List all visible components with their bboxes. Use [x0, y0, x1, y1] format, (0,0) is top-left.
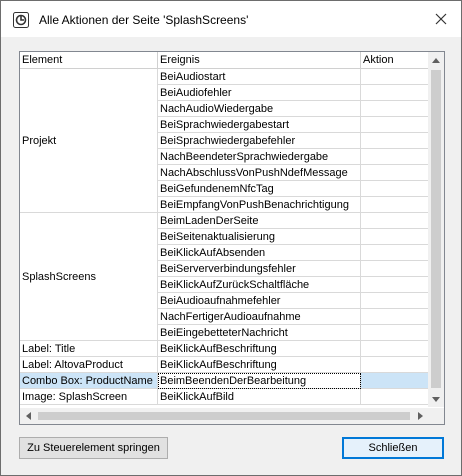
horizontal-scroll-thumb[interactable] [38, 412, 410, 420]
scrollbar-corner [428, 408, 444, 424]
event-cell[interactable]: BeiAudioaufnahmefehler [158, 293, 361, 309]
event-cell[interactable]: BeiKlickAufBild [158, 389, 361, 405]
scroll-up-icon[interactable] [428, 52, 444, 68]
event-cell[interactable]: BeiKlickAufBeschriftung [158, 341, 361, 357]
element-cell[interactable]: Projekt [20, 69, 158, 213]
column-header-action[interactable]: Aktion [361, 52, 428, 68]
event-cell[interactable]: BeiKlickAufAbsenden [158, 245, 361, 261]
action-cell[interactable] [361, 341, 428, 357]
event-cell[interactable]: NachBeendeterSprachwiedergabe [158, 149, 361, 165]
action-cell[interactable] [361, 69, 428, 85]
action-cell[interactable] [361, 373, 428, 389]
action-cell[interactable] [361, 117, 428, 133]
event-cell[interactable]: BeiGefundenemNfcTag [158, 181, 361, 197]
action-cell[interactable] [361, 149, 428, 165]
action-cell[interactable] [361, 309, 428, 325]
grid-rows: BeiAudiostart BeiAudiofehler NachAudioWied… [20, 69, 428, 405]
column-header-element[interactable]: Element [20, 52, 158, 68]
column-header-event[interactable]: Ereignis [158, 52, 361, 68]
event-cell[interactable]: BeiAudiofehler [158, 85, 361, 101]
event-cell[interactable]: NachAbschlussVonPushNdefMessage [158, 165, 361, 181]
event-cell[interactable]: BeiAudiostart [158, 69, 361, 85]
action-cell[interactable] [361, 101, 428, 117]
event-cell[interactable]: BeiSprachwiedergabefehler [158, 133, 361, 149]
action-cell[interactable] [361, 181, 428, 197]
dialog-window: Alle Aktionen der Seite 'SplashScreens' … [0, 0, 462, 476]
actions-grid[interactable]: Element Ereignis Aktion BeiAudiostart Bei… [19, 51, 445, 425]
action-cell[interactable] [361, 357, 428, 373]
action-cell[interactable] [361, 261, 428, 277]
scroll-left-icon[interactable] [20, 408, 36, 424]
element-cell[interactable]: Label: AltovaProduct [20, 357, 158, 373]
action-cell[interactable] [361, 197, 428, 213]
action-cell[interactable] [361, 213, 428, 229]
horizontal-scrollbar[interactable] [20, 408, 428, 424]
scroll-right-icon[interactable] [412, 408, 428, 424]
element-cell[interactable]: Image: SplashScreen [20, 389, 158, 405]
event-cell[interactable]: BeiSeitenaktualisierung [158, 229, 361, 245]
event-cell[interactable]: BeimBeendenDerBearbeitung [158, 373, 361, 389]
vertical-scrollbar[interactable] [428, 52, 444, 407]
event-cell[interactable]: NachFertigerAudioaufnahme [158, 309, 361, 325]
action-cell[interactable] [361, 85, 428, 101]
close-icon[interactable] [427, 7, 455, 31]
event-cell[interactable]: BeimLadenDerSeite [158, 213, 361, 229]
mobiletogether-app-icon [13, 12, 29, 28]
action-cell[interactable] [361, 245, 428, 261]
event-cell[interactable]: BeiEingebetteterNachricht [158, 325, 361, 341]
jump-to-control-button[interactable]: Zu Steuerelement springen [19, 437, 168, 459]
title-bar: Alle Aktionen der Seite 'SplashScreens' [1, 1, 461, 37]
action-cell[interactable] [361, 293, 428, 309]
action-cell[interactable] [361, 277, 428, 293]
action-cell[interactable] [361, 133, 428, 149]
element-cell[interactable]: SplashScreens [20, 213, 158, 341]
close-button[interactable]: Schließen [342, 437, 444, 459]
window-title: Alle Aktionen der Seite 'SplashScreens' [39, 13, 249, 27]
event-cell[interactable]: BeiSerververbindungsfehler [158, 261, 361, 277]
action-cell[interactable] [361, 389, 428, 405]
action-cell[interactable] [361, 229, 428, 245]
event-cell[interactable]: BeiKlickAufBeschriftung [158, 357, 361, 373]
grid-header: Element Ereignis Aktion [20, 52, 428, 69]
action-cell[interactable] [361, 325, 428, 341]
event-cell[interactable]: BeiEmpfangVonPushBenachrichtigung [158, 197, 361, 213]
scroll-down-icon[interactable] [428, 391, 444, 407]
event-cell[interactable]: BeiKlickAufZurückSchaltfläche [158, 277, 361, 293]
element-cell[interactable]: Combo Box: ProductName [20, 373, 158, 389]
element-cell[interactable]: Label: Title [20, 341, 158, 357]
action-cell[interactable] [361, 165, 428, 181]
event-cell[interactable]: NachAudioWiedergabe [158, 101, 361, 117]
vertical-scroll-thumb[interactable] [431, 70, 441, 388]
event-cell[interactable]: BeiSprachwiedergabestart [158, 117, 361, 133]
